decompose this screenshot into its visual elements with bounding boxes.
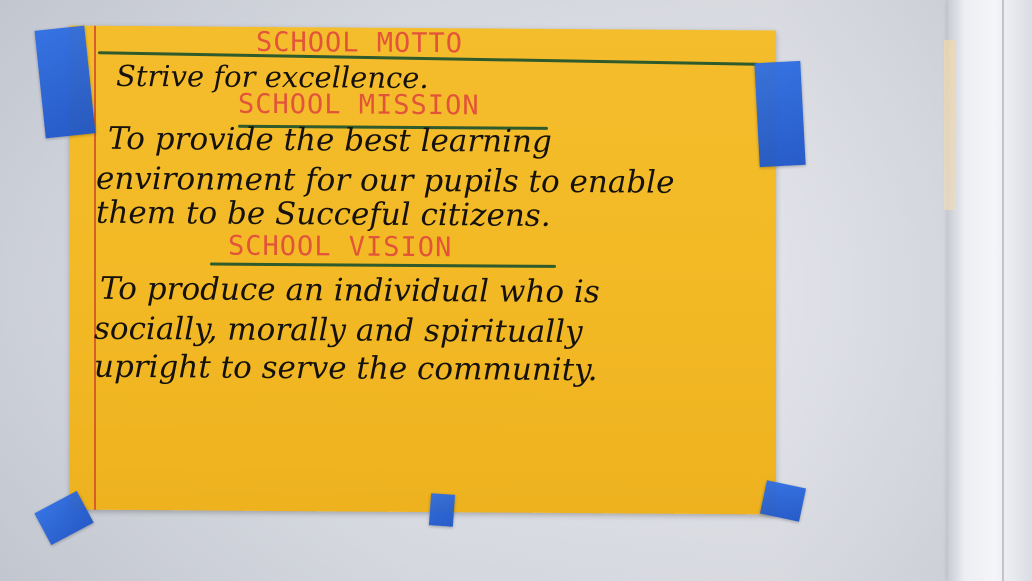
tape-bottom-middle <box>428 493 456 527</box>
door-edge <box>1002 0 1004 581</box>
mission-line-2: environment for our pupils to enable <box>96 160 675 201</box>
mission-heading: SCHOOL MISSION <box>238 88 480 122</box>
motto-heading: SCHOOL MOTTO <box>256 26 464 60</box>
tape-top-right <box>754 60 806 168</box>
vision-heading: SCHOOL VISION <box>228 230 453 264</box>
vision-line-3: upright to serve the community. <box>94 348 598 389</box>
vision-line-1: To produce an individual who is <box>100 270 600 311</box>
mission-line-3: them to be Succeful citizens. <box>96 194 551 234</box>
door-frame <box>948 0 1032 581</box>
vision-rule <box>210 262 556 268</box>
door-hinge-strip <box>944 40 956 210</box>
poster-margin-line <box>94 25 96 510</box>
mission-line-1: To provide the best learning <box>108 120 552 160</box>
school-poster: SCHOOL MOTTO Strive for excellence. SCHO… <box>70 25 776 515</box>
vision-line-2: socially, morally and spiritually <box>94 310 583 351</box>
